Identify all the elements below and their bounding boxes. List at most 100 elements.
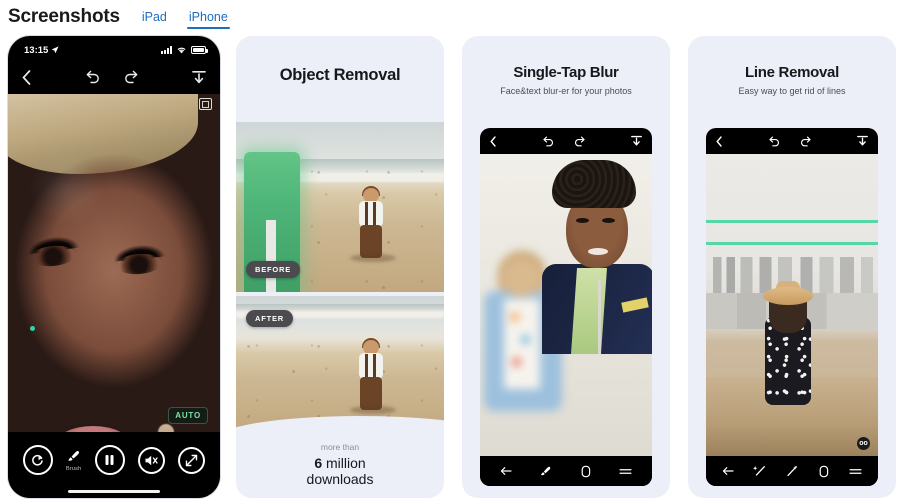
screenshots-page: Screenshots iPad iPhone 13:15 AUTO Brush… <box>0 0 912 500</box>
selection-dot <box>30 326 35 331</box>
undo-icon[interactable] <box>85 70 100 84</box>
screenshot-line-removal[interactable]: Line Removal Easy way to get rid of line… <box>688 36 896 498</box>
undo-redo-group <box>85 70 139 84</box>
city-background <box>706 154 878 456</box>
reset-circle-icon <box>22 445 53 475</box>
inner-top-bar <box>706 128 878 154</box>
undo-icon[interactable] <box>542 136 554 147</box>
toddler-figure <box>350 186 396 262</box>
editor-top-bar <box>8 60 220 94</box>
card-title-object-removal: Object Removal <box>279 66 401 84</box>
line-tool-icon[interactable] <box>785 465 798 478</box>
inner-top-bar <box>480 128 652 154</box>
auto-badge[interactable]: AUTO <box>168 407 208 424</box>
device-tabs: iPad iPhone <box>142 4 230 30</box>
mute-icon <box>137 446 165 474</box>
card-title-single-tap-blur: Single-Tap Blur <box>513 64 619 81</box>
wifi-icon <box>177 47 186 54</box>
line-removal-canvas[interactable] <box>706 154 878 456</box>
toddler-body <box>359 353 383 379</box>
expand-button[interactable] <box>178 446 206 474</box>
undo-redo-group <box>768 136 812 147</box>
undo-redo-group <box>542 136 586 147</box>
back-chevron-icon[interactable] <box>716 135 722 147</box>
back-chevron-icon[interactable] <box>490 135 496 147</box>
toddler-strap-left <box>365 202 368 226</box>
screenshot-object-removal[interactable]: Object Removal BEFORE AFTER more than 6 … <box>236 36 444 498</box>
detected-line-2 <box>706 241 878 245</box>
card-title-line-removal: Line Removal <box>745 64 839 81</box>
inner-device-frame[interactable] <box>480 128 652 486</box>
model-mouth <box>588 248 608 256</box>
patterned-shirt <box>504 298 540 389</box>
inner-bottom-toolbar <box>706 456 878 486</box>
card-subtitle-single-tap-blur: Face&text blur-er for your photos <box>500 86 632 96</box>
model-zipper <box>598 280 601 355</box>
battery-icon <box>191 46 208 54</box>
expand-icon <box>178 446 206 474</box>
page-title: Screenshots <box>8 6 120 27</box>
pause-icon <box>94 445 125 475</box>
brush-label: Brush <box>65 465 82 472</box>
brush-icon[interactable] <box>539 465 552 478</box>
toddler-figure <box>350 338 396 414</box>
download-icon[interactable] <box>631 135 642 147</box>
pause-button[interactable] <box>94 445 125 475</box>
back-chevron-icon[interactable] <box>22 69 31 85</box>
screenshot-single-tap-blur[interactable]: Single-Tap Blur Face&text blur-er for yo… <box>462 36 670 498</box>
device-status-bar: 13:15 <box>8 36 220 60</box>
screenshot-photo-editor-live[interactable]: 13:15 AUTO Brush <box>8 36 220 498</box>
status-right <box>161 46 208 54</box>
blur-canvas[interactable] <box>480 154 652 456</box>
screenshot-gallery: 13:15 AUTO Brush Object Removal BEFORE A… <box>0 34 912 500</box>
page-header: Screenshots iPad iPhone <box>0 0 912 34</box>
status-time: 13:15 <box>24 44 49 56</box>
before-badge: BEFORE <box>246 261 301 278</box>
eraser-icon[interactable] <box>580 465 592 478</box>
toddler-strap-right <box>373 354 376 378</box>
downloads-footer: more than 6 million downloads <box>236 416 444 498</box>
sliders-icon[interactable] <box>619 467 632 476</box>
downloads-more-than: more than <box>320 441 360 452</box>
crop-icon[interactable] <box>199 98 212 110</box>
redo-icon[interactable] <box>800 136 812 147</box>
toddler-body <box>359 201 383 227</box>
after-badge: AFTER <box>246 310 293 327</box>
download-icon[interactable] <box>857 135 868 147</box>
model-eye-right <box>602 218 615 224</box>
sliders-icon[interactable] <box>849 467 862 476</box>
corner-badge[interactable]: oo <box>857 437 870 450</box>
download-icon[interactable] <box>192 70 206 85</box>
tab-ipad[interactable]: iPad <box>142 10 167 29</box>
redo-icon[interactable] <box>124 70 139 84</box>
brush-icon <box>68 450 80 461</box>
location-arrow-icon <box>51 46 59 54</box>
downloads-number: 6 <box>314 454 323 471</box>
sun-hat <box>763 286 814 305</box>
redo-icon[interactable] <box>574 136 586 147</box>
eraser-icon[interactable] <box>818 465 830 478</box>
reset-button[interactable] <box>22 445 53 475</box>
foreground-person <box>536 160 652 456</box>
after-image: AFTER <box>236 296 444 432</box>
back-arrow-icon[interactable] <box>500 466 512 476</box>
brush-button[interactable]: Brush <box>66 449 81 472</box>
tab-iphone[interactable]: iPhone <box>186 10 230 29</box>
undo-icon[interactable] <box>768 136 780 147</box>
model-hair-bun <box>552 160 636 209</box>
toddler-strap-left <box>365 354 368 378</box>
editor-canvas-portrait[interactable] <box>8 94 220 432</box>
editor-bottom-toolbar: Brush <box>8 432 220 498</box>
magic-wand-icon[interactable] <box>753 465 766 478</box>
toddler-shadow <box>350 254 396 262</box>
card-subtitle-line-removal: Easy way to get rid of lines <box>738 86 846 96</box>
toddler-shadow <box>350 406 396 414</box>
back-arrow-icon[interactable] <box>722 466 734 476</box>
inner-device-frame[interactable]: oo <box>706 128 878 486</box>
before-after-wrap: BEFORE AFTER <box>236 122 444 432</box>
status-left: 13:15 <box>24 45 59 56</box>
mute-button[interactable] <box>137 446 165 474</box>
home-indicator <box>68 489 160 493</box>
detected-line-1 <box>706 220 878 224</box>
cellular-signal-icon <box>161 46 172 54</box>
